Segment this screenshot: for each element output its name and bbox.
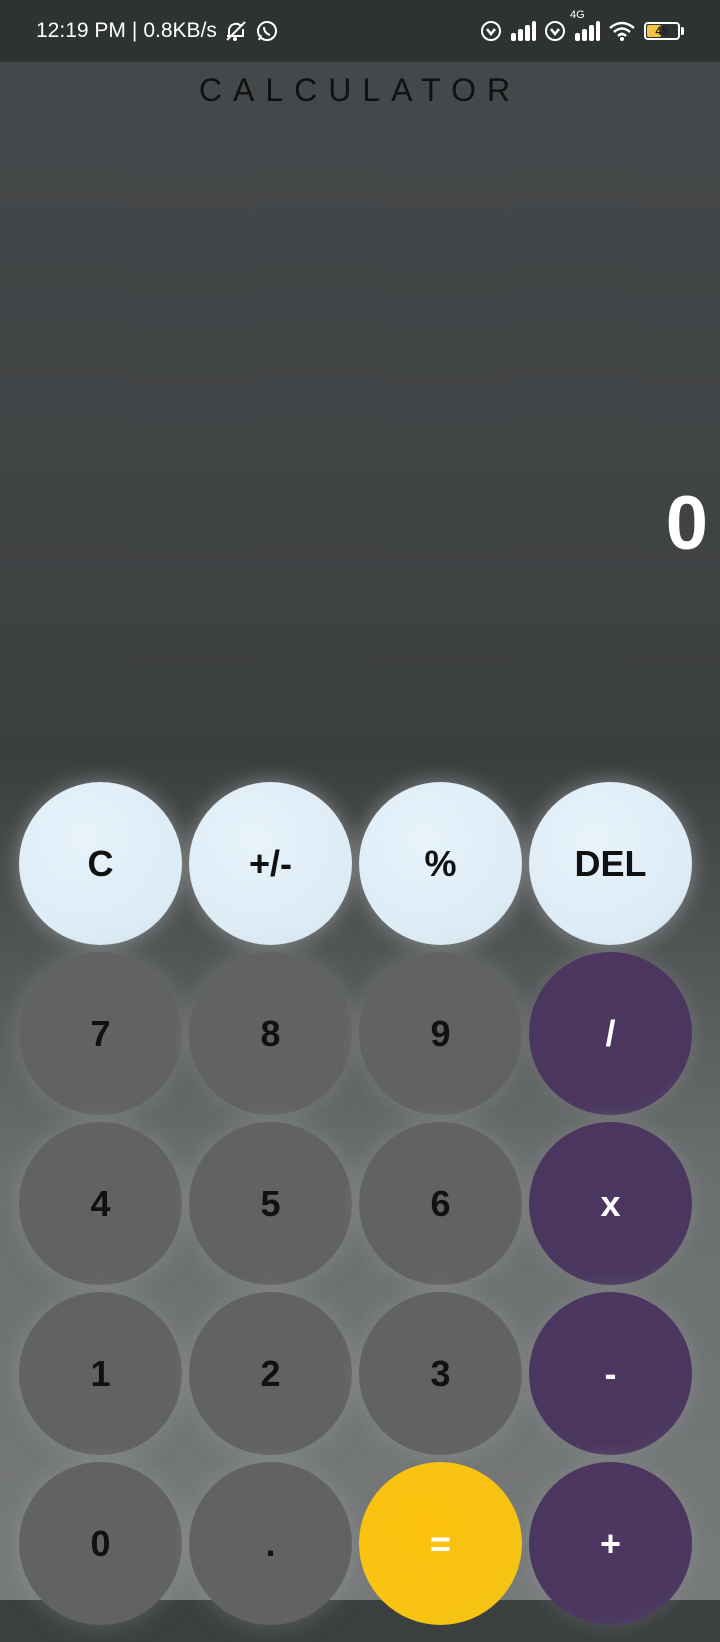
result-display: 0 [665,481,708,566]
wifi-icon [608,20,636,42]
battery-icon: 45 [644,22,684,40]
status-left: 12:19 PM | 0.8KB/s [36,19,279,43]
vpn-icon [480,20,502,42]
digit-7-button[interactable]: 7 [19,952,182,1115]
signal-icon [510,21,536,41]
divide-button[interactable]: / [529,952,692,1115]
digit-2-button[interactable]: 2 [189,1292,352,1455]
whatsapp-icon [255,19,279,43]
mute-icon [223,19,249,43]
status-right: 4G 45 [480,9,684,42]
status-separator: | [131,19,138,42]
multiply-button[interactable]: x [529,1122,692,1285]
digit-4-button[interactable]: 4 [19,1122,182,1285]
keypad: C +/- % DEL 7 8 9 / 4 5 6 x 1 2 3 - 0 . … [19,782,703,1642]
percent-button[interactable]: % [359,782,522,945]
digit-5-button[interactable]: 5 [189,1122,352,1285]
digit-0-button[interactable]: 0 [19,1462,182,1625]
status-bar: 12:19 PM | 0.8KB/s 4G 45 [0,0,720,62]
decimal-button[interactable]: . [189,1462,352,1625]
status-net-speed: 0.8KB/s [143,19,217,42]
status-time: 12:19 PM [36,19,126,42]
vpn-icon [544,20,566,42]
equals-button[interactable]: = [359,1462,522,1625]
delete-button[interactable]: DEL [529,782,692,945]
digit-3-button[interactable]: 3 [359,1292,522,1455]
4g-signal-icon: 4G [570,9,600,41]
calculator-app: CALCULATOR 0 C +/- % DEL 7 8 9 / 4 5 6 x… [0,62,720,1625]
app-title: CALCULATOR [198,72,522,108]
digit-8-button[interactable]: 8 [189,952,352,1115]
sign-toggle-button[interactable]: +/- [189,782,352,945]
network-label: 4G [570,9,585,21]
battery-level: 45 [655,24,669,38]
clear-button[interactable]: C [19,782,182,945]
digit-9-button[interactable]: 9 [359,952,522,1115]
subtract-button[interactable]: - [529,1292,692,1455]
add-button[interactable]: + [529,1462,692,1625]
digit-6-button[interactable]: 6 [359,1122,522,1285]
digit-1-button[interactable]: 1 [19,1292,182,1455]
